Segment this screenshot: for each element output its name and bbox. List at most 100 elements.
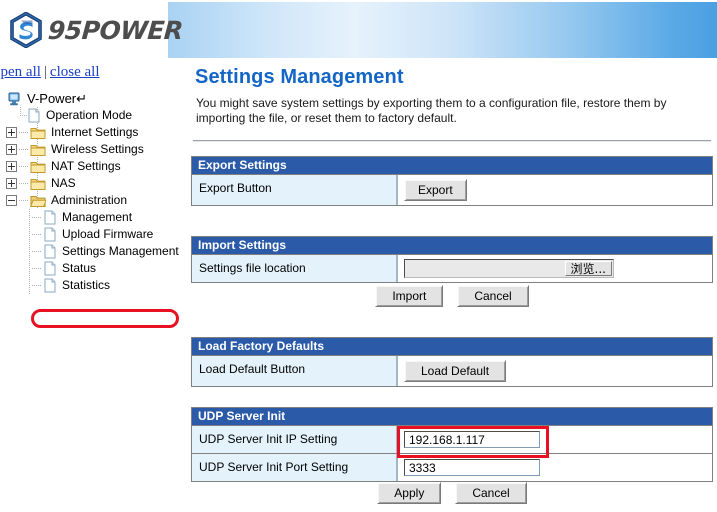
close-all-link[interactable]: close all [50, 64, 100, 80]
import-settings-heading: Import Settings [192, 237, 712, 255]
settings-file-location-cell: 浏览... [398, 255, 712, 282]
links-separator: | [41, 64, 50, 80]
sidebar-navigation: open all|close all V-Power↵ Operation Mo… [0, 60, 185, 512]
expand-icon[interactable] [6, 127, 17, 138]
folder-icon [30, 177, 46, 191]
sidebar-item-label: Administration [46, 192, 127, 209]
tree-connector [32, 209, 43, 226]
import-settings-panel: Import Settings Settings file location 浏… [191, 236, 713, 283]
folder-open-icon [30, 194, 46, 208]
import-actions: Import Cancel [191, 285, 713, 307]
settings-file-input[interactable]: 浏览... [404, 259, 614, 278]
tree-connector [19, 192, 30, 209]
import-button[interactable]: Import [375, 285, 443, 307]
expand-icon[interactable] [6, 161, 17, 172]
tree-connector [19, 175, 30, 192]
folder-icon [30, 160, 46, 174]
settings-file-location-label: Settings file location [192, 255, 398, 282]
sidebar-item-nat-settings[interactable]: NAT Settings [6, 158, 179, 175]
folder-icon [30, 143, 46, 157]
udp-cancel-button[interactable]: Cancel [455, 482, 526, 504]
sidebar-item-v-power[interactable]: V-Power↵ [6, 90, 179, 107]
udp-port-label: UDP Server Init Port Setting [192, 454, 398, 481]
export-button-row: Export Button Export [192, 175, 712, 205]
udp-port-row: UDP Server Init Port Setting [192, 454, 712, 481]
page-icon [43, 244, 57, 259]
tree-connector [32, 243, 43, 260]
page-icon [43, 227, 57, 242]
tree-controls: open all|close all [0, 64, 100, 81]
load-default-cell: Load Default [398, 356, 712, 386]
sidebar-item-nas[interactable]: NAS [6, 175, 179, 192]
export-button[interactable]: Export [404, 179, 467, 201]
sidebar-item-label: Management [57, 209, 132, 226]
page-description: You might save system settings by export… [196, 96, 701, 126]
sidebar-item-label: Operation Mode [41, 107, 132, 124]
tree-connector [19, 158, 30, 175]
header-divider [193, 140, 711, 142]
udp-ip-label: UDP Server Init IP Setting [192, 426, 398, 453]
apply-button[interactable]: Apply [377, 482, 441, 504]
page-icon [27, 108, 41, 123]
udp-server-init-heading: UDP Server Init [192, 408, 712, 426]
page-icon [43, 278, 57, 293]
main-content: Settings Management You might save syste… [185, 60, 717, 512]
sidebar-item-settings-management[interactable]: Settings Management [6, 243, 179, 260]
tree-connector [32, 226, 43, 243]
tree-connector [16, 107, 27, 124]
tree-connector [19, 141, 30, 158]
settings-file-path [405, 260, 565, 277]
sidebar-item-label: Status [57, 260, 96, 277]
sidebar-item-label: Upload Firmware [57, 226, 153, 243]
hexagon-swirl-logo-icon [8, 12, 44, 48]
page-title: Settings Management [195, 66, 404, 89]
open-all-link[interactable]: open all [0, 64, 41, 80]
site-banner: 95POWER [0, 0, 717, 60]
udp-server-init-panel: UDP Server Init UDP Server Init IP Setti… [191, 407, 713, 482]
page-icon [43, 261, 57, 276]
udp-port-cell [398, 454, 712, 481]
load-factory-defaults-heading: Load Factory Defaults [192, 338, 712, 356]
folder-icon [30, 126, 46, 140]
udp-actions: Apply Cancel [191, 482, 713, 504]
udp-port-input[interactable] [404, 459, 540, 476]
load-default-label: Load Default Button [192, 356, 398, 386]
sidebar-item-operation-mode[interactable]: Operation Mode [6, 107, 179, 124]
expand-icon[interactable] [6, 178, 17, 189]
export-settings-panel: Export Settings Export Button Export [191, 156, 713, 206]
settings-management-highlight-annotation [31, 309, 179, 328]
export-button-cell: Export [398, 175, 712, 205]
expand-icon[interactable] [6, 144, 17, 155]
brand-logo: 95POWER [8, 10, 168, 50]
sidebar-item-label: V-Power↵ [22, 90, 87, 107]
sidebar-item-internet-settings[interactable]: Internet Settings [6, 124, 179, 141]
sidebar-item-label: Internet Settings [46, 124, 138, 141]
sidebar-item-status[interactable]: Status [6, 260, 179, 277]
sidebar-item-statistics[interactable]: Statistics [6, 277, 179, 294]
export-button-label: Export Button [192, 175, 398, 205]
export-settings-heading: Export Settings [192, 157, 712, 175]
sidebar-item-label: NAT Settings [46, 158, 121, 175]
sidebar-item-label: NAS [46, 175, 76, 192]
navigation-tree: V-Power↵ Operation Mode Internet Setting… [6, 90, 179, 294]
load-factory-defaults-panel: Load Factory Defaults Load Default Butto… [191, 337, 713, 387]
banner-gradient [168, 2, 717, 58]
import-cancel-button[interactable]: Cancel [457, 285, 528, 307]
sidebar-item-wireless-settings[interactable]: Wireless Settings [6, 141, 179, 158]
tree-connector [32, 260, 43, 277]
brand-wordmark: 95POWER [47, 16, 184, 45]
sidebar-item-label: Wireless Settings [46, 141, 144, 158]
udp-ip-input[interactable] [404, 431, 540, 448]
sidebar-item-management[interactable]: Management [6, 209, 179, 226]
sidebar-item-label: Statistics [57, 277, 110, 294]
computer-icon [6, 91, 22, 107]
collapse-icon[interactable] [6, 195, 17, 206]
page-icon [43, 210, 57, 225]
load-default-button[interactable]: Load Default [404, 360, 506, 382]
sidebar-item-administration[interactable]: Administration [6, 192, 179, 209]
sidebar-item-upload-firmware[interactable]: Upload Firmware [6, 226, 179, 243]
browse-button[interactable]: 浏览... [565, 261, 612, 276]
sidebar-item-label: Settings Management [57, 243, 179, 260]
settings-file-location-row: Settings file location 浏览... [192, 255, 712, 282]
udp-ip-cell [398, 426, 712, 453]
